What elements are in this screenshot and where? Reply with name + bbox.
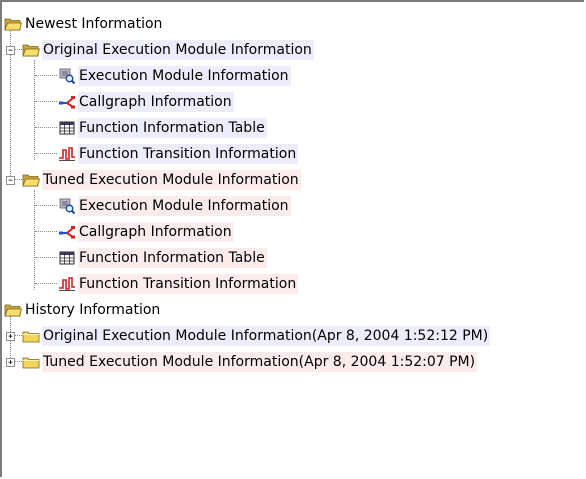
tree-node-original-execution-module[interactable]: Original Execution Module Information <box>2 38 582 64</box>
node-label: Function Information Table <box>78 118 267 138</box>
expand-toggle[interactable] <box>6 332 15 341</box>
collapse-toggle[interactable] <box>6 46 15 55</box>
cpu-magnifier-icon <box>58 67 76 85</box>
cpu-magnifier-icon <box>58 197 76 215</box>
open-folder-icon <box>22 171 40 189</box>
tree-node-function-transition-information[interactable]: Function Transition Information <box>2 142 582 168</box>
tree-node-function-information-table[interactable]: Function Information Table <box>2 116 582 142</box>
node-label: Tuned Execution Module Information(Apr 8… <box>42 352 478 372</box>
waveform-icon <box>58 275 76 293</box>
node-label: Tuned Execution Module Information <box>42 170 301 190</box>
callgraph-icon <box>58 223 76 241</box>
tree-node-execution-module-information[interactable]: Execution Module Information <box>2 194 582 220</box>
folder-icon <box>22 353 40 371</box>
table-icon <box>58 119 76 137</box>
open-folder-icon <box>22 41 40 59</box>
waveform-icon <box>58 145 76 163</box>
open-folder-icon <box>4 15 22 33</box>
node-label: Function Information Table <box>78 248 267 268</box>
node-label: Callgraph Information <box>78 222 234 242</box>
collapse-toggle[interactable] <box>6 176 15 185</box>
node-label: History Information <box>25 302 161 318</box>
node-label: Newest Information <box>25 16 163 32</box>
callgraph-icon <box>58 93 76 111</box>
node-label: Function Transition Information <box>78 144 299 164</box>
tree-view[interactable]: Newest Information Original Execution Mo… <box>0 0 584 477</box>
node-label: Original Execution Module Information <box>42 40 314 60</box>
node-label: Function Transition Information <box>78 274 299 294</box>
tree-node-history-information[interactable]: History Information <box>2 298 582 324</box>
tree-node-tuned-execution-module[interactable]: Tuned Execution Module Information <box>2 168 582 194</box>
node-label: Callgraph Information <box>78 92 234 112</box>
tree-node-callgraph-information[interactable]: Callgraph Information <box>2 220 582 246</box>
tree-node-execution-module-information[interactable]: Execution Module Information <box>2 64 582 90</box>
open-folder-icon <box>4 301 22 319</box>
table-icon <box>58 249 76 267</box>
tree-node-history-original[interactable]: Original Execution Module Information(Ap… <box>2 324 582 350</box>
node-label: Original Execution Module Information(Ap… <box>42 326 491 346</box>
tree-node-history-tuned[interactable]: Tuned Execution Module Information(Apr 8… <box>2 350 582 376</box>
folder-icon <box>22 327 40 345</box>
node-label: Execution Module Information <box>78 196 291 216</box>
tree-node-function-information-table[interactable]: Function Information Table <box>2 246 582 272</box>
expand-toggle[interactable] <box>6 358 15 367</box>
tree-node-newest-information[interactable]: Newest Information <box>2 12 582 38</box>
tree-node-callgraph-information[interactable]: Callgraph Information <box>2 90 582 116</box>
node-label: Execution Module Information <box>78 66 291 86</box>
tree-node-function-transition-information[interactable]: Function Transition Information <box>2 272 582 298</box>
